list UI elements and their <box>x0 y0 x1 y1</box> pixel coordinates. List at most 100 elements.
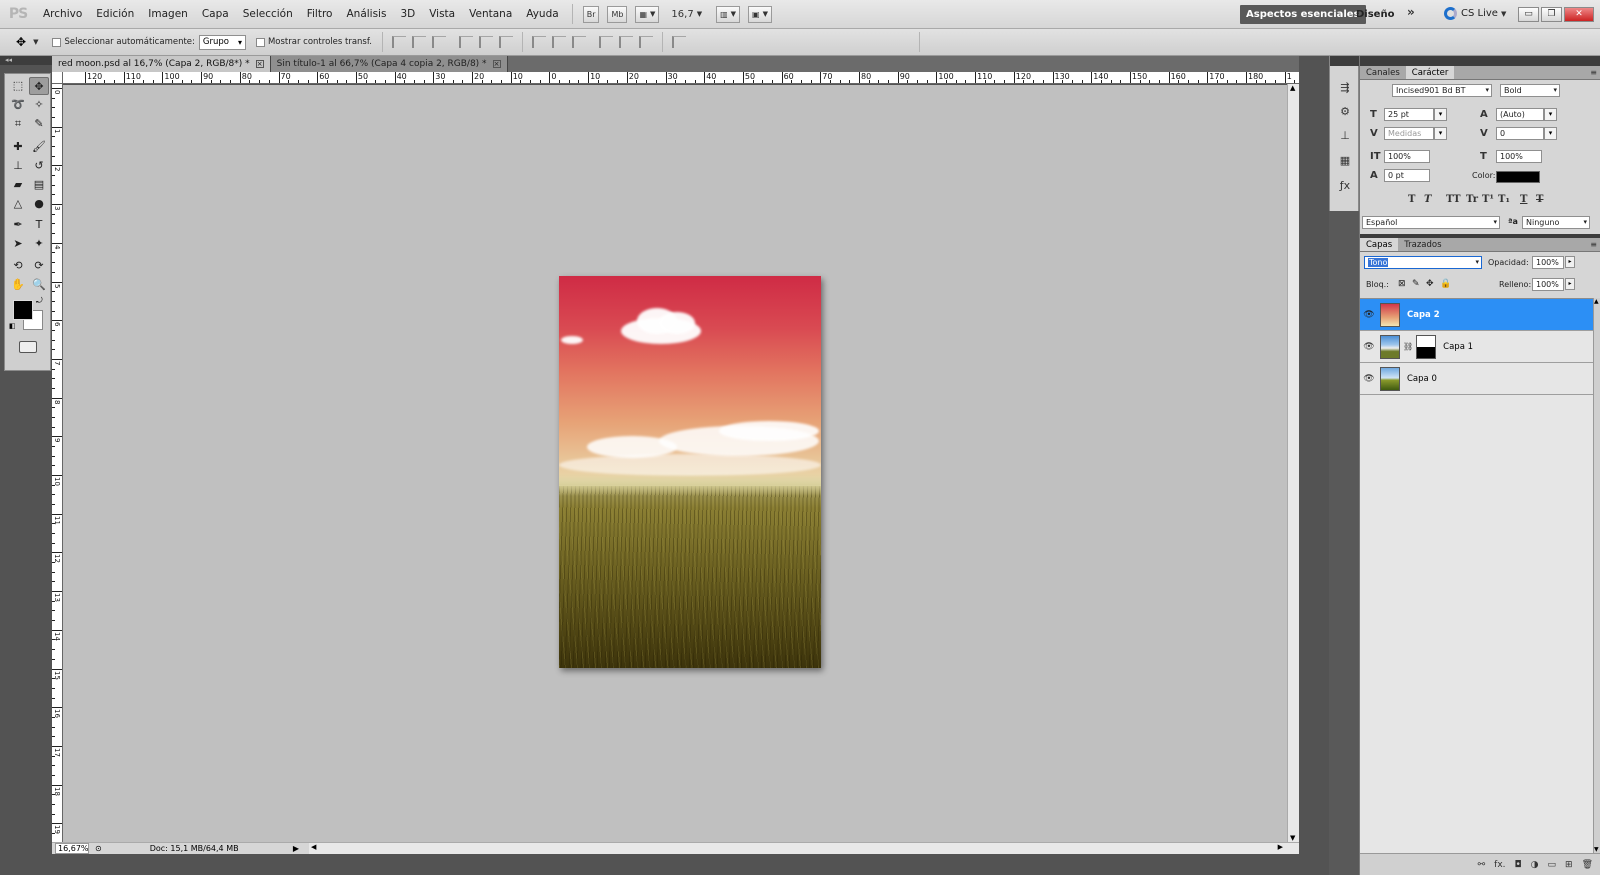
fill-slider-button[interactable]: ▸ <box>1565 278 1575 290</box>
fx-icon[interactable]: fx. <box>1494 860 1505 870</box>
text-color-swatch[interactable] <box>1496 171 1540 183</box>
path-selection-tool-icon[interactable]: ➤ <box>8 235 28 253</box>
menu-seleccion[interactable]: Selección <box>236 0 300 29</box>
tab-capas[interactable]: Capas <box>1360 238 1399 251</box>
actions-panel-icon[interactable]: ⚙ <box>1336 104 1354 120</box>
distribute-bottom-icon[interactable] <box>571 36 586 48</box>
dodge-tool-icon[interactable]: ● <box>29 195 49 213</box>
workspace-design-button[interactable]: Diseño <box>1356 5 1394 24</box>
quick-mask-button[interactable] <box>19 341 37 353</box>
menu-analisis[interactable]: Análisis <box>339 0 393 29</box>
menu-capa[interactable]: Capa <box>195 0 236 29</box>
layer-row-capa-1[interactable]: 👁 ⛓ Capa 1 <box>1360 331 1593 363</box>
info-panel-icon[interactable]: ▦ <box>1336 153 1354 169</box>
close-icon[interactable]: × <box>492 60 501 68</box>
chevron-down-icon[interactable]: ▼ <box>697 10 702 18</box>
eye-icon[interactable]: 👁 <box>1360 310 1378 320</box>
tab-sin-titulo[interactable]: Sin título-1 al 66,7% (Capa 4 copia 2, R… <box>270 56 508 72</box>
underline-button[interactable]: T <box>1520 194 1527 205</box>
minimize-button[interactable]: ▭ <box>1518 7 1539 22</box>
menu-vista[interactable]: Vista <box>422 0 462 29</box>
auto-align-icon[interactable] <box>671 36 686 48</box>
type-tool-icon[interactable]: T <box>29 216 49 234</box>
close-icon[interactable]: × <box>255 60 264 68</box>
align-right-icon[interactable] <box>498 36 513 48</box>
brush-tool-icon[interactable]: 🖌 <box>29 138 49 156</box>
language-select[interactable]: Español <box>1362 216 1500 229</box>
panel-menu-icon[interactable]: ≡ <box>1590 240 1597 249</box>
tracking-field[interactable]: 0 <box>1496 127 1544 140</box>
history-panel-icon[interactable]: ⇶ <box>1336 80 1354 96</box>
font-family-select[interactable]: Incised901 Bd BT <box>1392 84 1492 97</box>
opacity-field[interactable]: 100% <box>1532 256 1564 269</box>
cs-live-button[interactable]: CS Live ▼ <box>1444 7 1506 20</box>
distribute-left-icon[interactable] <box>598 36 613 48</box>
auto-select-checkbox[interactable] <box>52 37 62 47</box>
layer-row-capa-0[interactable]: 👁 Capa 0 <box>1360 363 1593 395</box>
align-vcenter-icon[interactable] <box>411 36 426 48</box>
healing-brush-tool-icon[interactable]: ✚ <box>8 138 28 156</box>
gradient-tool-icon[interactable]: ▤ <box>29 176 49 194</box>
tracking-dropdown[interactable]: ▾ <box>1544 127 1557 140</box>
align-hcenter-icon[interactable] <box>478 36 493 48</box>
horizontal-scale-field[interactable]: 100% <box>1496 150 1542 163</box>
menu-archivo[interactable]: Archivo <box>36 0 89 29</box>
eraser-tool-icon[interactable]: ▰ <box>8 176 28 194</box>
marquee-tool-icon[interactable]: ⬚ <box>8 77 28 95</box>
zoom-level-readout[interactable]: 16,7 <box>671 9 693 20</box>
layer-name[interactable]: Capa 2 <box>1407 310 1440 320</box>
tab-red-moon[interactable]: red moon.psd al 16,7% (Capa 2, RGB/8*) *… <box>52 56 271 72</box>
horizontal-scrollbar[interactable]: ◀ ▶ <box>309 842 1299 854</box>
layers-scrollbar[interactable]: ▲ ▼ <box>1593 298 1600 853</box>
dock-collapse-header[interactable] <box>1330 56 1360 66</box>
layer-mask-thumbnail[interactable] <box>1416 334 1437 359</box>
fill-field[interactable]: 100% <box>1532 278 1564 291</box>
chevron-down-icon[interactable]: ▼ <box>33 38 38 46</box>
3d-rotate-tool-icon[interactable]: ⟲ <box>8 257 28 275</box>
layer-name[interactable]: Capa 1 <box>1443 342 1473 352</box>
new-layer-icon[interactable]: ⊞ <box>1565 860 1573 870</box>
document-canvas-image[interactable] <box>559 276 821 668</box>
arrange-documents-button[interactable]: ▥ ▼ <box>716 5 741 23</box>
panel-collapse-header[interactable] <box>1360 56 1600 66</box>
status-menu-arrow-icon[interactable]: ▶ <box>293 844 299 853</box>
menu-ayuda[interactable]: Ayuda <box>519 0 565 29</box>
lock-image-icon[interactable]: ✎ <box>1412 279 1420 289</box>
align-top-icon[interactable] <box>391 36 406 48</box>
leading-dropdown[interactable]: ▾ <box>1544 108 1557 121</box>
default-colors-icon[interactable]: ◧ <box>9 322 16 330</box>
faux-italic-button[interactable]: T <box>1424 194 1431 205</box>
show-transform-checkbox[interactable] <box>255 37 265 47</box>
blend-mode-select[interactable]: Tono <box>1364 256 1482 269</box>
tab-canales[interactable]: Canales <box>1360 66 1406 79</box>
panel-menu-icon[interactable]: ≡ <box>1590 68 1597 77</box>
clone-stamp-tool-icon[interactable]: ⊥ <box>8 157 28 175</box>
zoom-tool-icon[interactable]: 🔍 <box>29 276 49 294</box>
menu-edicion[interactable]: Edición <box>89 0 141 29</box>
auto-select-dropdown[interactable]: Grupo <box>198 34 246 50</box>
font-size-dropdown[interactable]: ▾ <box>1434 108 1447 121</box>
magic-wand-tool-icon[interactable]: ✧ <box>29 96 49 114</box>
minibridge-button[interactable]: Mb <box>607 5 628 23</box>
kerning-dropdown[interactable]: ▾ <box>1434 127 1447 140</box>
scroll-up-icon[interactable]: ▲ <box>1290 84 1295 92</box>
all-caps-button[interactable]: TT <box>1446 194 1461 205</box>
scroll-right-icon[interactable]: ▶ <box>1278 843 1283 851</box>
history-brush-tool-icon[interactable]: ↺ <box>29 157 49 175</box>
leading-field[interactable]: (Auto) <box>1496 108 1544 121</box>
adjustment-layer-icon[interactable]: ◑ <box>1531 860 1539 870</box>
layer-row-capa-2[interactable]: 👁 Capa 2 <box>1360 299 1593 331</box>
tab-caracter[interactable]: Carácter <box>1405 66 1455 79</box>
faux-bold-button[interactable]: T <box>1408 194 1415 205</box>
lock-position-icon[interactable]: ✥ <box>1426 279 1434 289</box>
menu-filtro[interactable]: Filtro <box>300 0 340 29</box>
eye-icon[interactable]: 👁 <box>1360 342 1378 352</box>
distribute-right-icon[interactable] <box>638 36 653 48</box>
eyedropper-tool-icon[interactable]: ✎ <box>29 115 49 133</box>
shape-tool-icon[interactable]: ✦ <box>29 235 49 253</box>
hand-tool-icon[interactable]: ✋ <box>8 276 28 294</box>
lasso-tool-icon[interactable]: ➰ <box>8 96 28 114</box>
menu-imagen[interactable]: Imagen <box>141 0 195 29</box>
align-left-icon[interactable] <box>458 36 473 48</box>
swap-colors-icon[interactable]: ⤾ <box>36 296 43 306</box>
